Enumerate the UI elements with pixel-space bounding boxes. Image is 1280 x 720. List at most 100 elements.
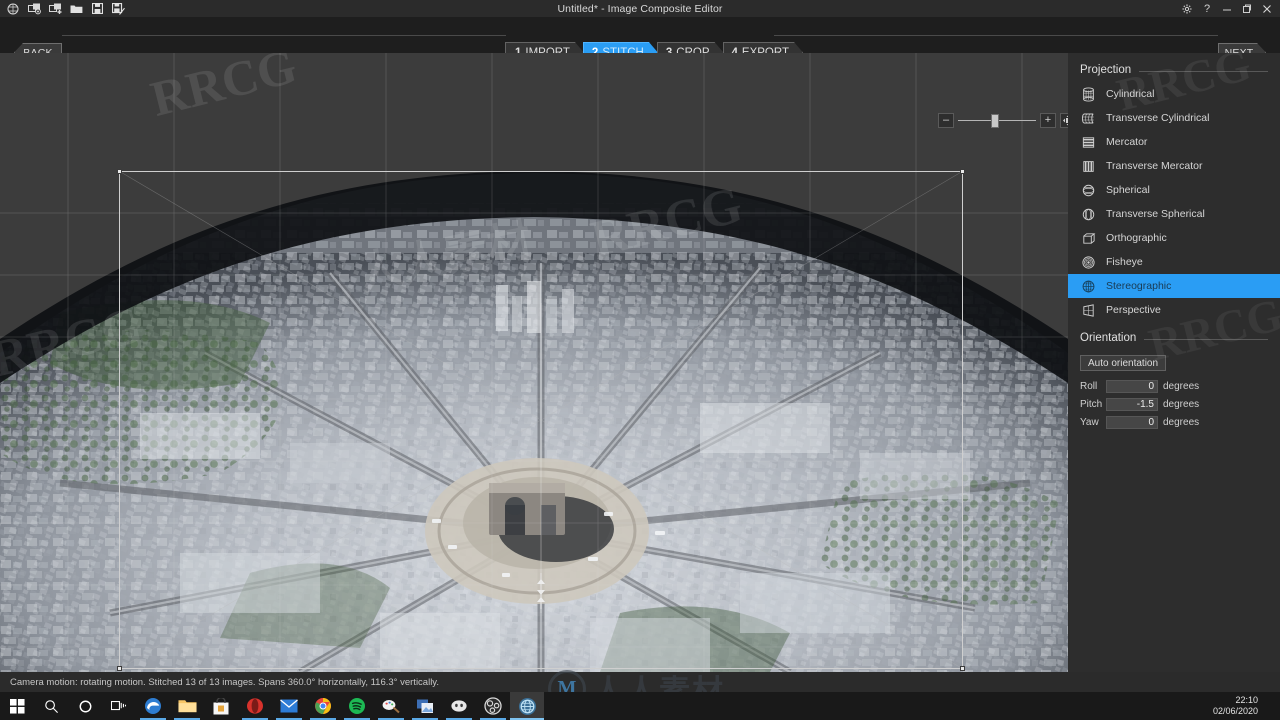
- settings-icon[interactable]: [1177, 0, 1197, 17]
- projection-item-transverse-cylindrical[interactable]: Transverse Cylindrical: [1068, 106, 1280, 130]
- paint3d-icon[interactable]: [374, 692, 408, 720]
- projection-label-mercator: Mercator: [1106, 136, 1148, 148]
- transverse-cylindrical-icon: [1080, 110, 1097, 127]
- projection-item-mercator[interactable]: Mercator: [1068, 130, 1280, 154]
- title-bar: Untitled* - Image Composite Editor ?: [0, 0, 1280, 17]
- zoom-out-button[interactable]: –: [938, 113, 954, 128]
- zoom-slider[interactable]: [958, 113, 1036, 128]
- projection-section-header: Projection: [1068, 60, 1280, 80]
- new-panorama-icon[interactable]: [6, 2, 20, 15]
- perspective-icon: [1080, 302, 1097, 319]
- projection-item-perspective[interactable]: Perspective: [1068, 298, 1280, 322]
- cortana-icon[interactable]: [68, 692, 102, 720]
- transverse-spherical-icon: [1080, 206, 1097, 223]
- mercator-icon: [1080, 134, 1097, 151]
- discord-icon[interactable]: [442, 692, 476, 720]
- projection-item-spherical[interactable]: Spherical: [1068, 178, 1280, 202]
- titlebar-toolbar: [0, 2, 125, 15]
- clock-date: 02/06/2020: [1212, 706, 1258, 716]
- panorama-preview-image: [0, 53, 1068, 672]
- orientation-section: Orientation Auto orientation Roll 0 degr…: [1068, 328, 1280, 430]
- show-desktop-button[interactable]: [1273, 692, 1280, 720]
- yaw-label: Yaw: [1080, 417, 1099, 428]
- add-images-icon[interactable]: [48, 2, 62, 15]
- pitch-row: Pitch -1.5 degrees: [1068, 397, 1280, 412]
- roll-label: Roll: [1080, 381, 1098, 392]
- pitch-label: Pitch: [1080, 399, 1103, 410]
- fit-to-window-button[interactable]: [1060, 113, 1068, 128]
- photos-icon[interactable]: [408, 692, 442, 720]
- opera-icon[interactable]: [238, 692, 272, 720]
- zoom-in-button[interactable]: +: [1040, 113, 1056, 128]
- app-window: Untitled* - Image Composite Editor ? BAC…: [0, 0, 1280, 720]
- save-icon[interactable]: [90, 2, 104, 15]
- projection-label-perspective: Perspective: [1106, 304, 1161, 316]
- projection-item-cylindrical[interactable]: Cylindrical: [1068, 82, 1280, 106]
- status-bar: Camera motion: rotating motion. Stitched…: [0, 672, 1280, 692]
- start-button[interactable]: [0, 692, 34, 720]
- projection-label-transverse-cylindrical: Transverse Cylindrical: [1106, 112, 1210, 124]
- projection-label-orthographic: Orthographic: [1106, 232, 1167, 244]
- transverse-mercator-icon: [1080, 158, 1097, 175]
- projection-list: Cylindrical Transverse Cylindrical Merca…: [1068, 82, 1280, 322]
- spherical-icon: [1080, 182, 1097, 199]
- stereographic-icon: [1080, 278, 1097, 295]
- clock-time: 22:10: [1235, 695, 1258, 705]
- help-icon[interactable]: ?: [1197, 0, 1217, 17]
- bounds-handle-se[interactable]: [960, 666, 965, 671]
- bounds-handle-sw[interactable]: [117, 666, 122, 671]
- roll-unit: degrees: [1163, 381, 1200, 392]
- projection-label-transverse-spherical: Transverse Spherical: [1106, 208, 1205, 220]
- orientation-title: Orientation: [1080, 332, 1137, 344]
- microsoft-store-icon[interactable]: [204, 692, 238, 720]
- projection-item-stereographic[interactable]: Stereographic: [1068, 274, 1280, 298]
- task-view-icon[interactable]: [102, 692, 136, 720]
- orthographic-icon: [1080, 230, 1097, 247]
- obs-icon[interactable]: [476, 692, 510, 720]
- zoom-slider-knob[interactable]: [991, 114, 999, 128]
- fisheye-icon: [1080, 254, 1097, 271]
- nav-rule-left: [62, 35, 506, 36]
- projection-label-cylindrical: Cylindrical: [1106, 88, 1155, 100]
- ice-icon[interactable]: [510, 692, 544, 720]
- stitch-canvas[interactable]: RRCG RRCG 人人素材 RRCG – +: [0, 53, 1068, 672]
- taskbar-clock[interactable]: 22:10 02/06/2020: [1213, 692, 1258, 720]
- pitch-input[interactable]: -1.5: [1106, 398, 1158, 411]
- projection-title: Projection: [1080, 64, 1132, 76]
- projection-label-stereographic: Stereographic: [1106, 280, 1172, 292]
- auto-orientation-button[interactable]: Auto orientation: [1080, 355, 1167, 371]
- yaw-input[interactable]: 0: [1106, 416, 1158, 429]
- nav-rule-right: [774, 35, 1218, 36]
- mail-icon[interactable]: [272, 692, 306, 720]
- windows-taskbar: 22:10 02/06/2020: [0, 692, 1280, 720]
- maximize-icon[interactable]: [1237, 0, 1257, 17]
- projection-item-transverse-spherical[interactable]: Transverse Spherical: [1068, 202, 1280, 226]
- close-icon[interactable]: [1257, 0, 1277, 17]
- projection-item-orthographic[interactable]: Orthographic: [1068, 226, 1280, 250]
- save-as-icon[interactable]: [111, 2, 125, 15]
- roll-row: Roll 0 degrees: [1068, 379, 1280, 394]
- projection-item-transverse-mercator[interactable]: Transverse Mercator: [1068, 154, 1280, 178]
- projection-label-spherical: Spherical: [1106, 184, 1150, 196]
- roll-input[interactable]: 0: [1106, 380, 1158, 393]
- pitch-unit: degrees: [1163, 399, 1200, 410]
- open-folder-icon[interactable]: [69, 2, 83, 15]
- projection-label-fisheye: Fisheye: [1106, 256, 1143, 268]
- yaw-row: Yaw 0 degrees: [1068, 415, 1280, 430]
- wizard-nav-bar: BACK 1 IMPORT 2 STITCH 3 CROP 4 EXPORT N…: [0, 17, 1280, 53]
- search-icon[interactable]: [34, 692, 68, 720]
- settings-panel: Projection Cylindrical Transverse Cylind…: [1068, 38, 1280, 672]
- file-explorer-icon[interactable]: [170, 692, 204, 720]
- orientation-section-header: Orientation: [1068, 328, 1280, 348]
- window-controls: ?: [1177, 0, 1277, 17]
- bounds-handle-ne[interactable]: [960, 169, 965, 174]
- bounds-handle-nw[interactable]: [117, 169, 122, 174]
- spotify-icon[interactable]: [340, 692, 374, 720]
- edge-icon[interactable]: [136, 692, 170, 720]
- projection-item-fisheye[interactable]: Fisheye: [1068, 250, 1280, 274]
- chrome-icon[interactable]: [306, 692, 340, 720]
- minimize-icon[interactable]: [1217, 0, 1237, 17]
- projection-label-transverse-mercator: Transverse Mercator: [1106, 160, 1203, 172]
- new-from-images-icon[interactable]: [27, 2, 41, 15]
- window-title: Untitled* - Image Composite Editor: [557, 2, 723, 15]
